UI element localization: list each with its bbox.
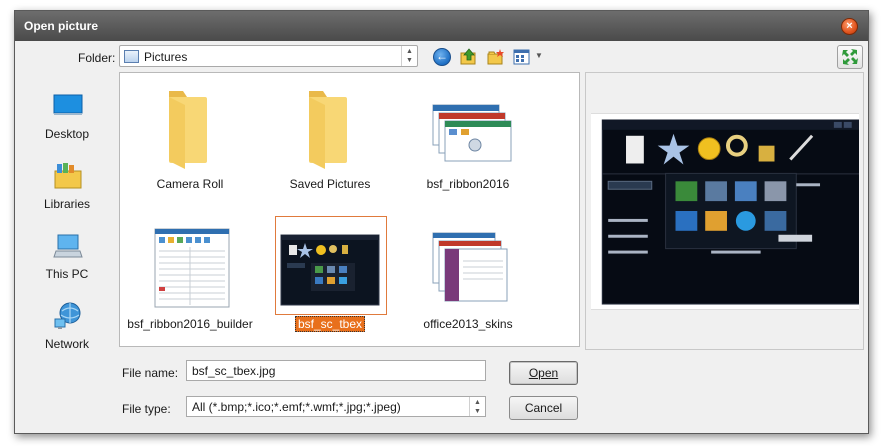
desktop-icon: [53, 94, 83, 115]
cancel-button[interactable]: Cancel: [509, 396, 578, 420]
preview-pane: [585, 72, 864, 350]
file-list[interactable]: Camera Roll Saved Pictures bsf_ribbon201…: [119, 72, 580, 347]
folder-icon: [169, 91, 207, 169]
expand-arrows-icon: [842, 49, 858, 65]
back-icon[interactable]: ←: [433, 48, 451, 66]
libraries-icon: [54, 163, 82, 189]
file-item-selected[interactable]: bsf_sc_tbex: [265, 215, 395, 345]
image-thumbnail-icon: [432, 232, 508, 302]
image-thumbnail-icon: [154, 228, 230, 308]
folder-select-arrows[interactable]: ▲ ▼: [401, 46, 417, 66]
view-dropdown-arrow-icon[interactable]: ▼: [535, 51, 543, 60]
file-name: bsf_ribbon2016_builder: [127, 317, 253, 331]
file-item[interactable]: Saved Pictures: [265, 75, 395, 205]
places-bar: Desktop Libraries This PC Network: [21, 73, 113, 353]
computer-icon: [53, 234, 83, 258]
filetype-select-arrows[interactable]: ▲ ▼: [469, 397, 485, 416]
place-this-pc[interactable]: This PC: [21, 223, 113, 283]
filetype-select[interactable]: All (*.bmp;*.ico;*.emf;*.wmf;*.jpg;*.jpe…: [186, 396, 486, 417]
open-button-label: Open: [528, 366, 559, 380]
open-button[interactable]: Open: [509, 361, 578, 385]
expand-preview-button[interactable]: [837, 45, 863, 69]
folder-label: Folder:: [78, 51, 116, 65]
up-folder-icon[interactable]: [460, 48, 478, 66]
place-label: Libraries: [43, 197, 91, 211]
file-item[interactable]: bsf_ribbon2016_builder: [125, 215, 255, 345]
filetype-label: File type:: [122, 402, 171, 416]
folder-current: Pictures: [144, 50, 188, 64]
pictures-folder-icon: [124, 50, 139, 63]
filename-label: File name:: [122, 366, 179, 380]
image-thumbnail-icon: [432, 104, 512, 162]
folder-icon: [309, 91, 347, 169]
network-icon: [54, 302, 81, 329]
place-libraries[interactable]: Libraries: [21, 153, 113, 213]
place-desktop[interactable]: Desktop: [21, 83, 113, 143]
file-name: office2013_skins: [423, 317, 513, 331]
open-picture-dialog: Open picture × Folder: Pictures ▲▼ ← ▼: [14, 10, 869, 434]
title-bar[interactable]: Open picture ×: [15, 11, 868, 41]
file-name: Saved Pictures: [289, 177, 371, 191]
file-name: bsf_ribbon2016: [426, 177, 510, 191]
dialog-title: Open picture: [24, 19, 99, 33]
close-button[interactable]: ×: [841, 18, 858, 35]
folder-select[interactable]: Pictures ▲ ▼: [119, 45, 418, 67]
file-name: Camera Roll: [156, 177, 224, 191]
place-label: Network: [44, 337, 89, 351]
file-item[interactable]: Camera Roll: [125, 75, 255, 205]
preview-image: [591, 113, 859, 310]
file-item[interactable]: office2013_skins: [403, 215, 533, 345]
filename-input[interactable]: bsf_sc_tbex.jpg: [186, 360, 486, 381]
place-network[interactable]: Network: [21, 293, 113, 353]
image-thumbnail-icon: [280, 234, 380, 306]
file-name: bsf_sc_tbex: [294, 316, 366, 332]
filetype-value: All (*.bmp;*.ico;*.emf;*.wmf;*.jpg;*.jpe…: [192, 400, 401, 414]
view-menu-icon[interactable]: [513, 48, 531, 66]
place-label: Desktop: [44, 127, 90, 141]
place-label: This PC: [45, 267, 89, 281]
new-folder-icon[interactable]: [487, 48, 505, 66]
file-item[interactable]: bsf_ribbon2016: [403, 75, 533, 205]
